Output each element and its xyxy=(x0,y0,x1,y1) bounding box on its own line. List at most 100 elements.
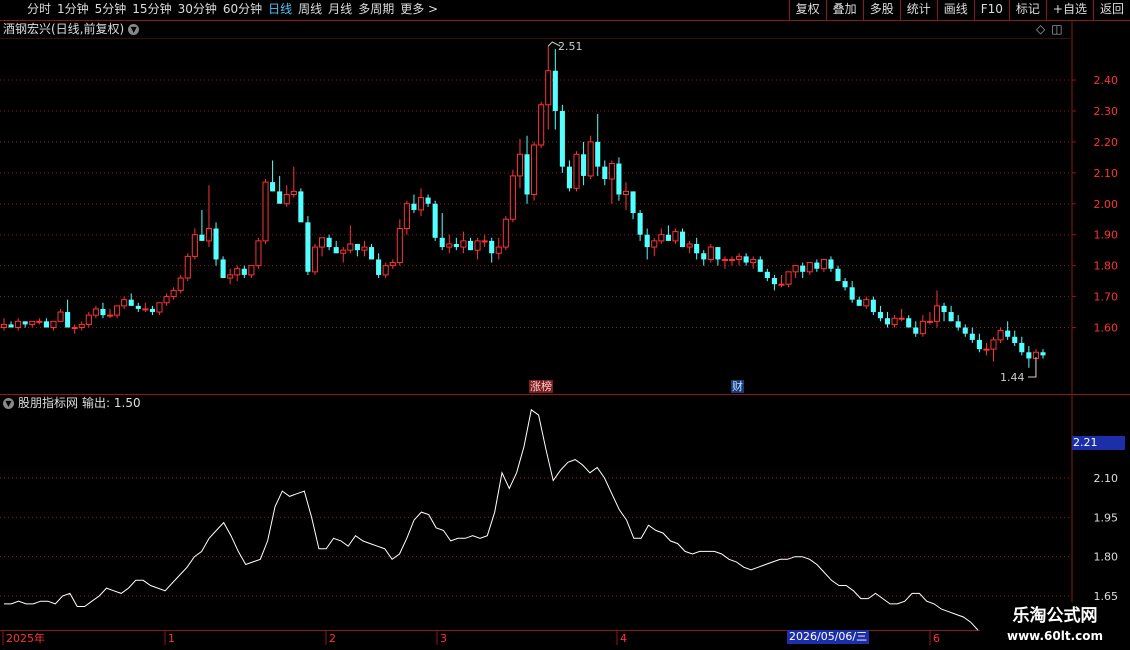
candle-body xyxy=(672,231,679,242)
candle-body xyxy=(516,153,524,177)
candle-body xyxy=(997,330,1004,341)
tool-button[interactable]: 统计 xyxy=(899,0,937,20)
candle-body xyxy=(15,320,22,329)
grid-lines xyxy=(0,21,1130,650)
indicator-line xyxy=(4,408,979,631)
candle-body xyxy=(290,190,297,195)
zhangbang-tag[interactable]: 涨榜 xyxy=(529,380,553,393)
price-tick-label: 2.30 xyxy=(1094,105,1119,118)
tool-buttons: 复权 叠加 多股 统计 画线 F10 标记 +自选 返回 xyxy=(788,0,1130,20)
period-tab[interactable]: 1分钟 xyxy=(54,0,92,20)
high-price-label: 2.51 xyxy=(558,40,583,53)
candle-body xyxy=(333,247,339,254)
tool-button[interactable]: F10 xyxy=(973,0,1009,20)
candle-body xyxy=(622,190,630,195)
candle-body xyxy=(919,320,926,335)
candle-body xyxy=(743,256,749,263)
candle-body xyxy=(757,259,763,272)
candle-body xyxy=(863,299,870,307)
period-tab[interactable]: 15分钟 xyxy=(129,0,174,20)
tool-button[interactable]: 标记 xyxy=(1008,0,1046,20)
candle-body xyxy=(446,243,453,248)
period-tab[interactable]: 月线 xyxy=(325,0,355,20)
candle-body xyxy=(326,237,332,248)
period-tab[interactable]: 分时 xyxy=(24,0,54,20)
kline-chart[interactable]: 2.40 2.30 2.20 2.10 2.00 1.90 1.80 1.70 1.60 2.10… xyxy=(0,0,1130,650)
candle-body xyxy=(1026,352,1032,359)
candle-body xyxy=(474,240,481,251)
cai-tag[interactable]: 财 xyxy=(731,380,744,393)
chevron-down-icon[interactable]: ▼ xyxy=(3,398,14,409)
indicator-tick-label: 1.80 xyxy=(1094,551,1119,564)
time-label: 1 xyxy=(168,632,175,645)
chevron-down-icon[interactable]: ▼ xyxy=(128,24,140,35)
candle-body xyxy=(114,305,121,316)
time-label: 4 xyxy=(620,632,627,645)
candle-body xyxy=(106,314,114,317)
candle-body xyxy=(595,141,601,167)
candle-body xyxy=(898,317,905,320)
candle-body xyxy=(460,240,467,248)
candle-body xyxy=(962,327,968,334)
candle-body xyxy=(651,240,658,248)
tool-button[interactable]: +自选 xyxy=(1045,0,1093,20)
candle-body xyxy=(750,258,757,264)
price-tick-label: 2.10 xyxy=(1094,167,1119,180)
diamond-icon[interactable]: ◇ xyxy=(1036,22,1045,38)
candle-body xyxy=(43,321,49,328)
period-tab[interactable]: 60分钟 xyxy=(220,0,265,20)
candle-body xyxy=(686,243,693,248)
candle-body xyxy=(277,191,283,204)
panel-toggle-icon[interactable]: ◫ xyxy=(1051,22,1062,38)
price-tick-label: 1.60 xyxy=(1094,322,1119,335)
candle-body xyxy=(177,277,184,291)
candle-body xyxy=(552,70,558,111)
period-tab[interactable]: 周线 xyxy=(295,0,325,20)
candle-body xyxy=(948,312,954,322)
candle-body xyxy=(0,323,8,329)
candle-body xyxy=(820,258,827,270)
candle-body xyxy=(856,299,862,306)
candle-body xyxy=(22,321,28,325)
candle-body xyxy=(156,302,163,313)
period-tab[interactable]: 更多 > xyxy=(397,0,441,20)
tool-button[interactable]: 多股 xyxy=(862,0,900,20)
candle-body xyxy=(694,243,700,254)
tool-button[interactable]: 复权 xyxy=(788,0,826,20)
candle-body xyxy=(495,246,502,254)
low-price-label: 1.44 xyxy=(1000,371,1025,384)
tool-button[interactable]: 叠加 xyxy=(825,0,863,20)
candle-body xyxy=(566,166,572,189)
candle-body xyxy=(969,333,975,340)
candle-body xyxy=(976,339,982,350)
period-tab[interactable]: 日线 xyxy=(265,0,295,20)
candle-body xyxy=(121,299,128,307)
indicator-current-value: 2.21 xyxy=(1072,436,1125,450)
candle-body xyxy=(828,259,834,269)
tool-button[interactable]: 画线 xyxy=(936,0,974,20)
candle-body xyxy=(1032,351,1039,359)
time-label: 6 xyxy=(933,632,940,645)
watermark: 乐淘公式网 www.60lt.com xyxy=(980,602,1130,650)
period-tab[interactable]: 多周期 xyxy=(355,0,397,20)
candle-body xyxy=(467,240,474,251)
period-tab[interactable]: 30分钟 xyxy=(175,0,220,20)
candle-body xyxy=(283,193,290,205)
candle-body xyxy=(1019,342,1025,353)
price-tick-label: 2.20 xyxy=(1094,136,1119,149)
candle-body xyxy=(665,234,671,241)
indicator-tick-label: 2.10 xyxy=(1094,472,1119,485)
candle-body xyxy=(262,181,269,242)
candle-body xyxy=(884,318,891,325)
candle-body xyxy=(509,175,516,220)
candle-body xyxy=(602,166,608,180)
candle-body xyxy=(382,265,389,276)
candle-body xyxy=(311,246,319,273)
candle-body xyxy=(298,191,304,223)
tool-button[interactable]: 返回 xyxy=(1092,0,1130,20)
candle-body xyxy=(50,320,57,329)
period-tab[interactable]: 5分钟 xyxy=(92,0,130,20)
candle-body xyxy=(163,296,170,304)
candle-body xyxy=(170,289,177,298)
candle-body xyxy=(142,308,149,311)
